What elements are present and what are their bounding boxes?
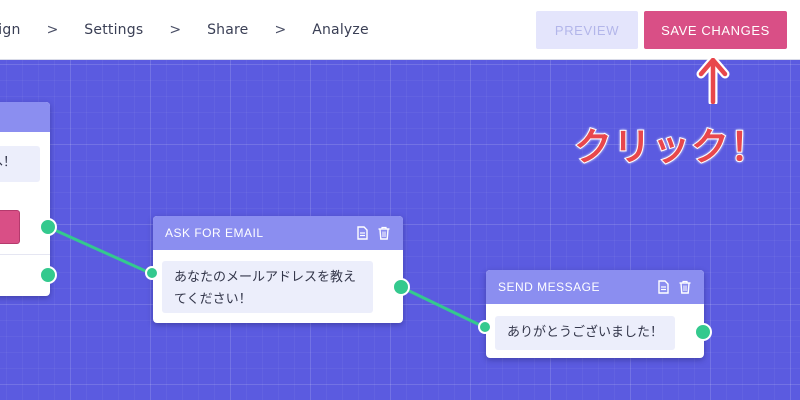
node-message: ありがとうございました！ [495, 316, 675, 350]
breadcrumb-settings[interactable]: Settings [84, 22, 143, 38]
chevron-right-icon: > [46, 22, 59, 38]
top-navigation-bar: esign > Settings > Share > Analyze PREVI… [0, 0, 800, 60]
input-connector-dot[interactable] [478, 320, 492, 334]
save-changes-button[interactable]: SAVE CHANGES [644, 11, 787, 49]
node-message-line: あなたのメールアドレスを教え [174, 270, 357, 285]
node-message: あなたのメールアドレスを教え てください！ [162, 261, 373, 313]
node-action-button[interactable] [0, 210, 20, 244]
flow-node-ask-for-email[interactable]: ASK FOR EMAIL あなたのメールアドレスを教え てください！ [153, 216, 403, 323]
click-annotation-label: クリック！ [573, 124, 770, 170]
breadcrumb-design[interactable]: esign [0, 22, 21, 38]
node-header: ASK FOR EMAIL [153, 216, 403, 250]
node-header: SEND MESSAGE [486, 270, 704, 304]
node-message: へ！ [0, 146, 40, 182]
output-connector-dot[interactable] [39, 218, 57, 236]
up-arrow-icon [696, 58, 730, 104]
trash-icon[interactable] [377, 226, 391, 240]
node-header [0, 102, 50, 132]
copy-icon[interactable] [355, 226, 369, 240]
node-title: ASK FOR EMAIL [165, 226, 264, 240]
node-divider [0, 254, 50, 255]
chevron-right-icon: > [169, 22, 182, 38]
output-connector-dot[interactable] [694, 323, 712, 341]
breadcrumb: esign > Settings > Share > Analyze [0, 0, 369, 60]
breadcrumb-analyze[interactable]: Analyze [312, 22, 369, 38]
breadcrumb-share[interactable]: Share [207, 22, 248, 38]
output-connector-dot[interactable] [39, 266, 57, 284]
copy-icon[interactable] [656, 280, 670, 294]
input-connector-dot[interactable] [145, 266, 159, 280]
preview-button[interactable]: PREVIEW [536, 11, 638, 49]
trash-icon[interactable] [678, 280, 692, 294]
node-title: SEND MESSAGE [498, 280, 601, 294]
node-message-line: てください！ [174, 292, 252, 307]
flow-node-send-message[interactable]: SEND MESSAGE ありがとうございました！ [486, 270, 704, 358]
output-connector-dot[interactable] [392, 278, 410, 296]
chevron-right-icon: > [274, 22, 287, 38]
